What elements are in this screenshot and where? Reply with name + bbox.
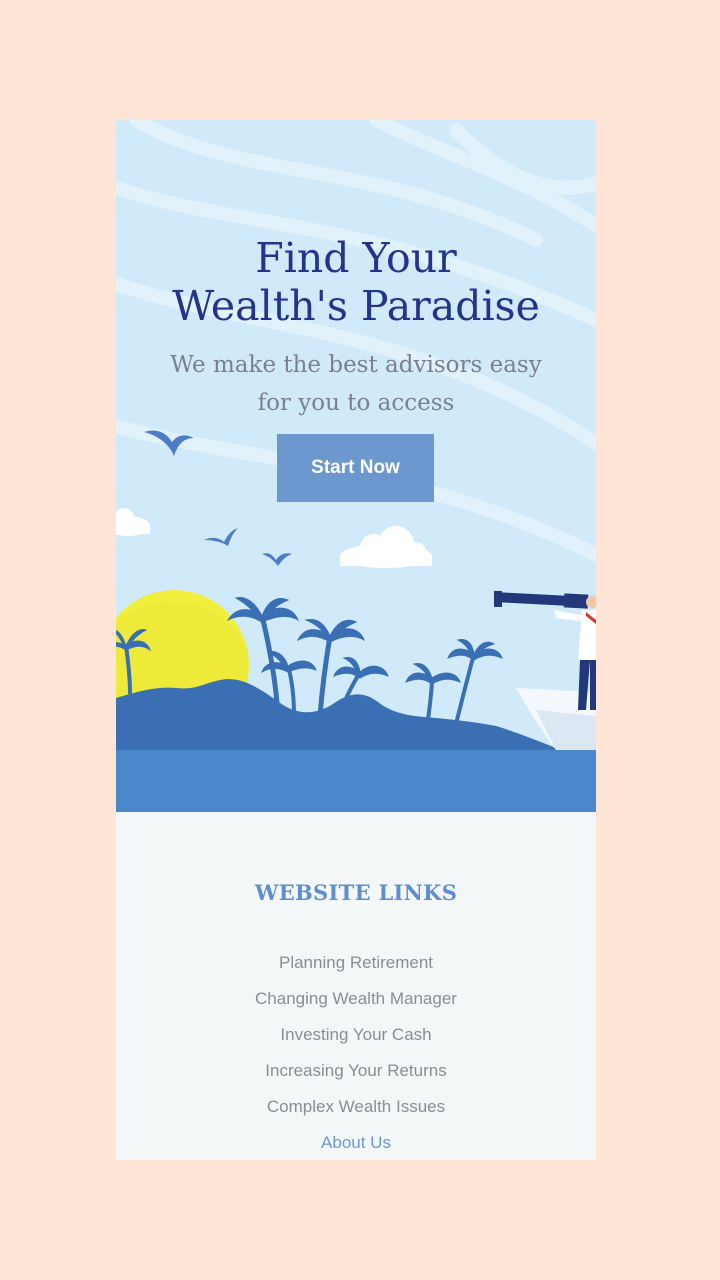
website-links-heading: WEBSITE LINKS	[254, 880, 458, 905]
bird-icon	[204, 528, 238, 546]
link-investing-your-cash[interactable]: Investing Your Cash	[280, 1025, 431, 1044]
hero-title: Find Your Wealth's Paradise	[116, 234, 596, 330]
hero-section: Find Your Wealth's Paradise We make the …	[116, 120, 596, 812]
list-item: Complex Wealth Issues	[116, 1090, 596, 1126]
website-links-section: WEBSITE LINKS Planning Retirement Changi…	[116, 812, 596, 1160]
list-item: Increasing Your Returns	[116, 1054, 596, 1090]
island-icon	[116, 679, 556, 760]
cloud-icon	[340, 526, 432, 568]
start-now-button[interactable]: Start Now	[277, 434, 434, 502]
link-planning-retirement[interactable]: Planning Retirement	[279, 953, 433, 972]
list-item: Planning Retirement	[116, 946, 596, 982]
bird-icon	[262, 553, 292, 566]
link-changing-wealth-manager[interactable]: Changing Wealth Manager	[255, 989, 457, 1008]
link-increasing-your-returns[interactable]: Increasing Your Returns	[265, 1061, 446, 1080]
list-item: Investing Your Cash	[116, 1018, 596, 1054]
link-about-us[interactable]: About Us	[321, 1133, 391, 1152]
website-links-list: Planning Retirement Changing Wealth Mana…	[116, 946, 596, 1160]
palm-tree-icon	[447, 639, 503, 725]
list-item: Changing Wealth Manager	[116, 982, 596, 1018]
list-item: About Us	[116, 1126, 596, 1160]
hero-subtitle-line: We make the best advisors easy	[170, 352, 542, 378]
link-complex-wealth-issues[interactable]: Complex Wealth Issues	[267, 1097, 445, 1116]
hero-title-line: Wealth's Paradise	[172, 282, 540, 330]
cloud-icon	[116, 508, 150, 536]
hero-subtitle: We make the best advisors easy for you t…	[136, 346, 576, 422]
hero-title-line: Find Your	[255, 234, 457, 282]
palm-tree-icon	[405, 663, 461, 721]
sea	[116, 750, 596, 812]
hero-subtitle-line: for you to access	[257, 390, 455, 416]
landing-card: Find Your Wealth's Paradise We make the …	[116, 120, 596, 1160]
